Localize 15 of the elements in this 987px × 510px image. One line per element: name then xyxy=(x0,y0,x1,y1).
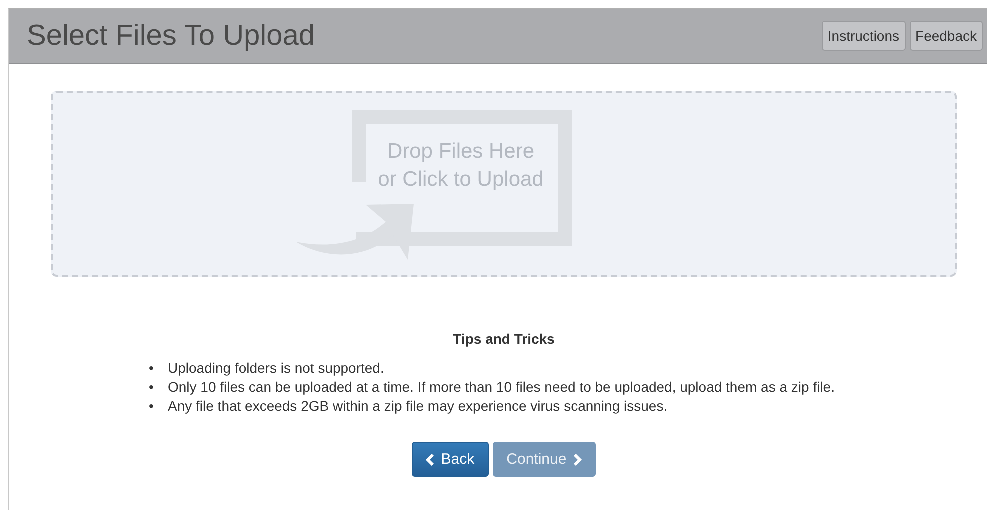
tips-heading: Tips and Tricks xyxy=(452,331,556,347)
back-button[interactable]: Back xyxy=(412,442,489,477)
bullet: • xyxy=(149,359,155,378)
chevron-left-icon xyxy=(426,454,436,466)
header-button[interactable]: Instructions xyxy=(822,21,906,51)
tip-item: Any file that exceeds 2GB within a zip file may experience virus scanning issues. xyxy=(168,397,668,416)
tip-item: Only 10 files can be uploaded at a time. If more than 10 files need to be uploaded, upload them as a zip file. xyxy=(168,378,835,397)
bullet: • xyxy=(149,378,155,397)
drop-label: or Click to Upload xyxy=(377,167,545,193)
header-button[interactable]: Feedback xyxy=(910,21,983,51)
drop-label: Drop Files Here xyxy=(386,139,536,165)
page-title: Select Files To Upload xyxy=(27,20,316,52)
tip-item: Uploading folders is not supported. xyxy=(168,359,384,378)
bullet: • xyxy=(149,397,155,416)
chevron-right-icon xyxy=(572,454,582,466)
